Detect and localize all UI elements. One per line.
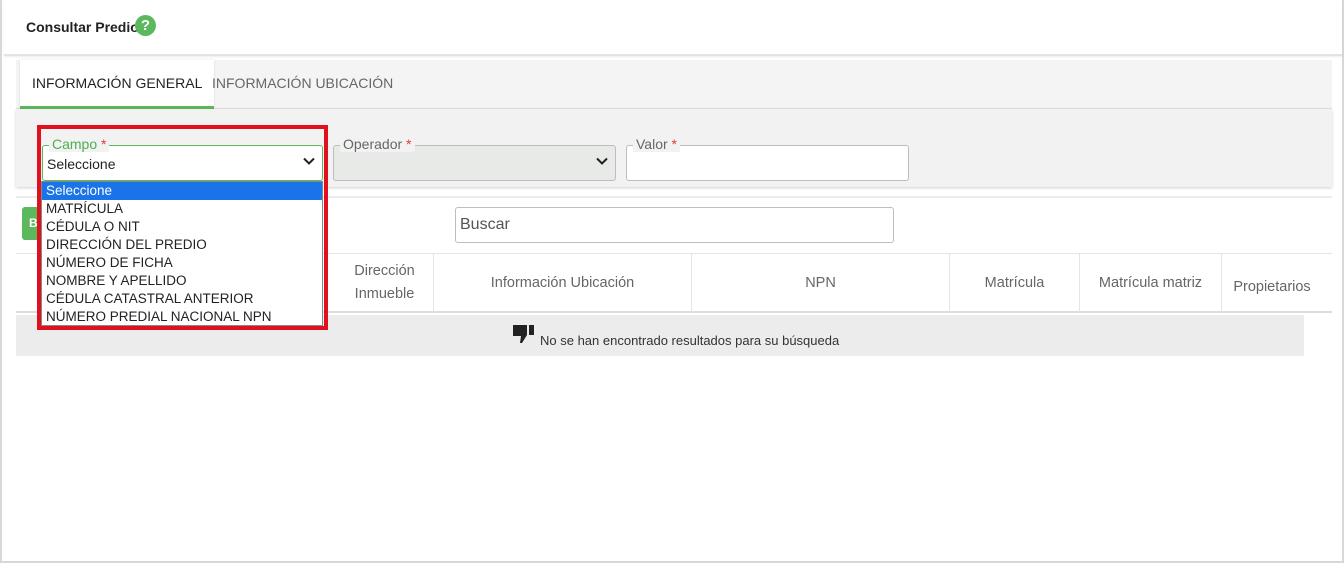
- column-matricula-matriz[interactable]: Matrícula matriz: [1080, 254, 1222, 312]
- tab-informacion-general[interactable]: INFORMACIÓN GENERAL: [20, 60, 215, 109]
- column-propietarios[interactable]: Propietarios: [1222, 254, 1322, 312]
- option-direccion-predio[interactable]: DIRECCIÓN DEL PREDIO: [42, 236, 322, 254]
- option-cedula-catastral[interactable]: CÉDULA CATASTRAL ANTERIOR: [42, 290, 322, 308]
- campo-label: Campo *: [49, 136, 110, 152]
- operador-label: Operador *: [340, 136, 415, 152]
- option-seleccione[interactable]: Seleccione: [42, 182, 322, 200]
- campo-selected-value: Seleccione: [47, 156, 116, 172]
- campo-select[interactable]: Campo * Seleccione: [42, 136, 323, 181]
- column-direccion-inmueble[interactable]: Dirección Inmueble: [324, 254, 434, 312]
- filter-bar: Campo * Seleccione Operador * Valor *: [16, 109, 1332, 187]
- empty-message: No se han encontrado resultados para su …: [540, 333, 840, 348]
- campo-dropdown-list: Seleccione MATRÍCULA CÉDULA O NIT DIRECC…: [41, 181, 323, 326]
- chevron-down-icon: [596, 157, 608, 165]
- thumbs-down-icon: [513, 325, 534, 343]
- option-numero-ficha[interactable]: NÚMERO DE FICHA: [42, 254, 322, 272]
- valor-input[interactable]: Valor *: [626, 136, 909, 181]
- help-icon[interactable]: ?: [135, 15, 156, 36]
- column-informacion-ubicacion[interactable]: Información Ubicación: [434, 254, 692, 312]
- page-header: Consultar Predio ?: [4, 0, 1342, 56]
- page-title: Consultar Predio: [26, 19, 139, 35]
- column-matricula[interactable]: Matrícula: [950, 254, 1080, 312]
- action-button[interactable]: B: [22, 207, 42, 240]
- option-numero-predial-npn[interactable]: NÚMERO PREDIAL NACIONAL NPN: [42, 308, 322, 326]
- tab-bar: INFORMACIÓN GENERAL INFORMACIÓN UBICACIÓ…: [16, 60, 1332, 109]
- tab-informacion-ubicacion[interactable]: INFORMACIÓN UBICACIÓN: [200, 60, 405, 109]
- app-frame: Consultar Predio ? INFORMACIÓN GENERAL I…: [0, 0, 1344, 563]
- column-npn[interactable]: NPN: [692, 254, 950, 312]
- valor-label: Valor *: [633, 136, 680, 152]
- option-nombre-apellido[interactable]: NOMBRE Y APELLIDO: [42, 272, 322, 290]
- operador-select[interactable]: Operador *: [333, 136, 616, 181]
- chevron-down-icon: [303, 157, 315, 165]
- option-cedula-nit[interactable]: CÉDULA O NIT: [42, 218, 322, 236]
- search-input[interactable]: [455, 207, 894, 243]
- option-matricula[interactable]: MATRÍCULA: [42, 200, 322, 218]
